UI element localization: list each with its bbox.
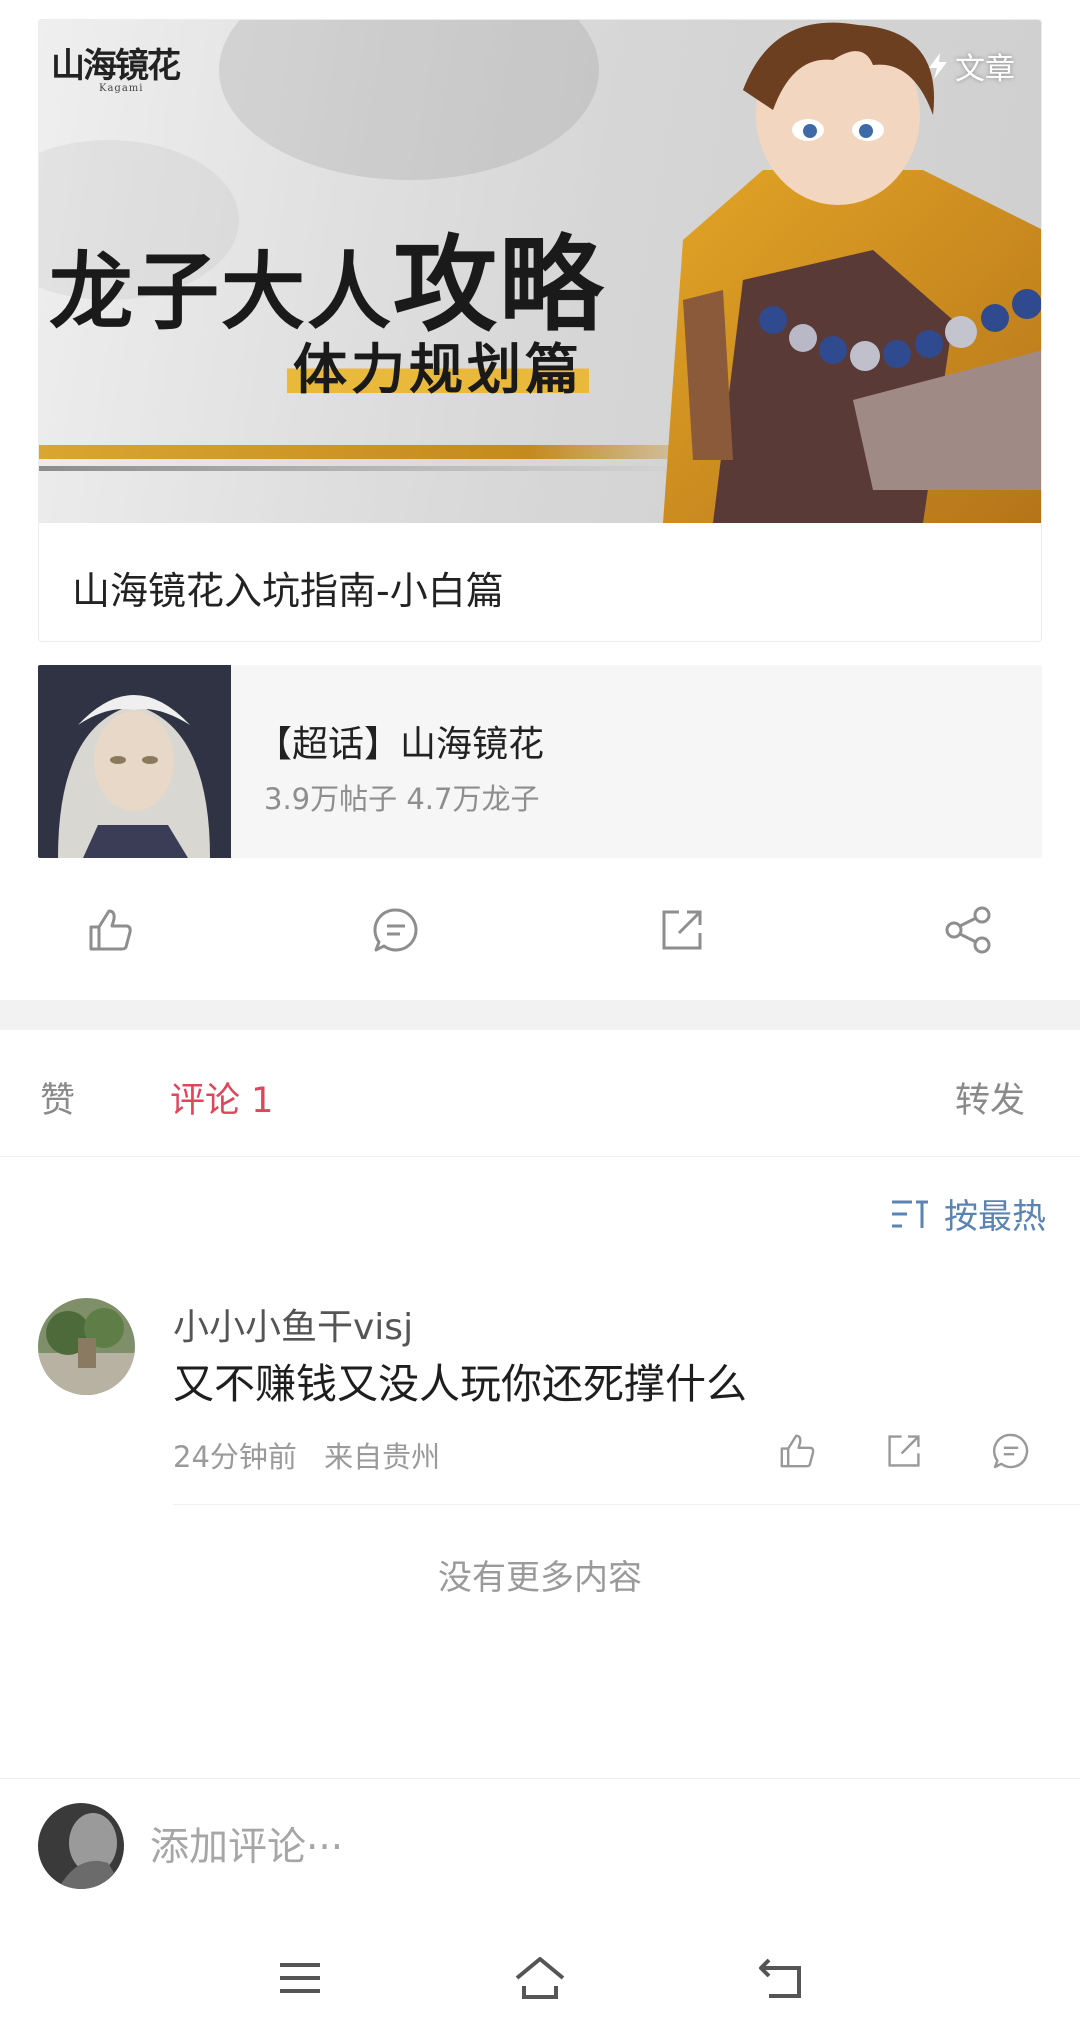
menu-icon [280, 1963, 320, 1993]
sort-hot-button[interactable]: 按最热 [890, 1189, 1046, 1238]
comment-button[interactable] [366, 900, 426, 960]
comment-reply-button[interactable] [988, 1428, 1034, 1474]
repost-button[interactable] [652, 900, 712, 960]
article-title[interactable]: 山海镜花入坑指南-小白篇 [72, 560, 504, 615]
comment-location: 来自贵州 [324, 1440, 441, 1474]
comment-meta: 24分钟前 来自贵州 [173, 1434, 440, 1476]
thumbs-up-icon [89, 909, 132, 951]
game-logo: 山海镜花 Kagami [51, 46, 181, 94]
back-icon [759, 1958, 801, 1998]
system-navigation-bar [0, 1914, 1080, 2037]
article-banner-image[interactable]: 山海镜花 Kagami 龙子大人攻略 体力规划篇 文章 [39, 20, 1041, 523]
like-button[interactable] [80, 900, 140, 960]
article-tag: 文章 [927, 44, 1015, 88]
tab-likes[interactable]: 赞 [40, 1072, 75, 1123]
share-icon [945, 906, 991, 954]
comment-username[interactable]: 小小小鱼干visj [173, 1298, 413, 1350]
section-divider [0, 1000, 1080, 1030]
post-action-bar [0, 880, 1080, 980]
thumbs-up-icon [780, 1434, 815, 1468]
lightning-icon [929, 53, 947, 79]
comment-input-bar [0, 1778, 1080, 1914]
comment-icon [992, 1433, 1029, 1469]
topic-thumbnail [38, 665, 231, 858]
topic-title: 【超话】山海镜花 [256, 724, 545, 765]
comment-text: 又不赚钱又没人玩你还死撑什么 [173, 1360, 747, 1408]
home-icon [515, 1957, 565, 1999]
comment-input[interactable] [150, 1815, 1030, 1879]
banner-grey-stripe [39, 466, 689, 471]
menu-button[interactable] [265, 1948, 335, 2008]
share-button[interactable] [938, 900, 998, 960]
avatar[interactable] [38, 1298, 135, 1395]
comment-repost-button[interactable] [881, 1428, 927, 1474]
my-avatar[interactable] [38, 1803, 124, 1889]
interaction-tabs: 赞 评论 1 转发 [0, 1030, 1080, 1157]
comment-like-button[interactable] [774, 1428, 820, 1474]
back-button[interactable] [745, 1948, 815, 2008]
tab-comments[interactable]: 评论 1 [170, 1072, 273, 1123]
home-button[interactable] [505, 1948, 575, 2008]
ink-brush-decoration [219, 20, 599, 180]
tab-reposts[interactable]: 转发 [955, 1072, 1025, 1123]
comment-divider [173, 1504, 1080, 1505]
super-topic-card[interactable]: 【超话】山海镜花 3.9万帖子 4.7万龙子 [38, 665, 1042, 858]
topic-stats: 3.9万帖子 4.7万龙子 [264, 782, 540, 816]
end-of-list-text: 没有更多内容 [438, 1558, 642, 1598]
article-card[interactable]: 山海镜花 Kagami 龙子大人攻略 体力规划篇 文章 山海镜花入坑指南-小白篇 [38, 19, 1042, 642]
comment-item: 小小小鱼干visj 又不赚钱又没人玩你还死撑什么 24分钟前 来自贵州 [0, 1298, 1080, 1508]
comment-time: 24分钟前 [173, 1440, 297, 1474]
comment-icon [373, 908, 418, 952]
repost-icon [888, 1435, 920, 1467]
sort-icon [892, 1200, 928, 1228]
character-illustration [663, 22, 1041, 523]
repost-icon [662, 910, 702, 950]
banner-subline: 体力规划篇 [287, 325, 589, 404]
